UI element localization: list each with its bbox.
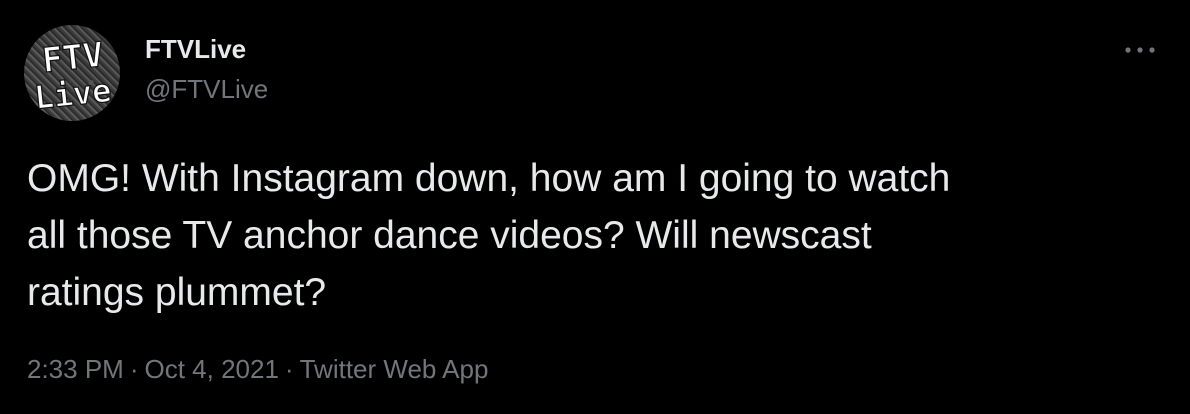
user-handle[interactable]: @FTVLive: [145, 73, 268, 105]
ellipsis-horizontal-icon: [1125, 47, 1155, 53]
separator-dot: ·: [284, 354, 294, 384]
more-options-button[interactable]: [1122, 40, 1158, 60]
tweet-date[interactable]: Oct 4, 2021: [145, 354, 279, 384]
ftvlive-logo: FTV Live: [32, 34, 114, 117]
tweet-card: FTV Live FTVLive @FTVLive OMG! With Inst…: [0, 0, 1190, 414]
tweet-metadata: 2:33 PM · Oct 4, 2021 · Twitter Web App: [27, 352, 488, 386]
tweet-source[interactable]: Twitter Web App: [300, 354, 489, 384]
user-info: FTVLive @FTVLive: [145, 33, 268, 105]
avatar[interactable]: FTV Live: [24, 25, 120, 121]
tweet-text: OMG! With Instagram down, how am I going…: [27, 157, 951, 314]
display-name[interactable]: FTVLive: [145, 33, 268, 65]
separator-dot: ·: [129, 354, 139, 384]
avatar-logo-line2: Live: [33, 71, 114, 117]
tweet-time[interactable]: 2:33 PM: [27, 354, 124, 384]
